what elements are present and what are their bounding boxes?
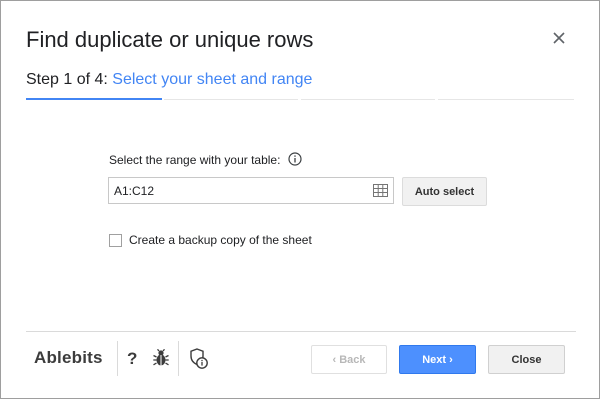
help-icon[interactable]: ? bbox=[127, 349, 137, 369]
bug-icon[interactable] bbox=[153, 349, 169, 367]
progress-segment-2 bbox=[164, 99, 298, 100]
backup-checkbox[interactable] bbox=[109, 233, 122, 247]
dialog-title: Find duplicate or unique rows bbox=[26, 27, 314, 52]
close-icon[interactable] bbox=[550, 29, 568, 47]
step-indicator: Step 1 of 4: Select your sheet and range bbox=[26, 71, 312, 89]
find-duplicates-dialog: Find duplicate or unique rows Step 1 of … bbox=[0, 0, 600, 399]
progress-segment-4 bbox=[438, 99, 574, 100]
range-field bbox=[108, 177, 394, 204]
grid-icon[interactable] bbox=[373, 184, 388, 197]
privacy-icon[interactable] bbox=[189, 348, 209, 370]
progress-segment-3 bbox=[301, 99, 435, 100]
range-input[interactable] bbox=[109, 178, 365, 203]
footer-divider bbox=[26, 331, 576, 332]
backup-label: Create a backup copy of the sheet bbox=[129, 233, 312, 247]
backup-option[interactable]: Create a backup copy of the sheet bbox=[109, 233, 312, 247]
footer-separator bbox=[117, 341, 118, 376]
info-circle-icon[interactable] bbox=[288, 152, 302, 166]
next-button[interactable]: Next › bbox=[399, 345, 476, 374]
back-button[interactable]: ‹ Back bbox=[311, 345, 387, 374]
close-button[interactable]: Close bbox=[488, 345, 565, 374]
auto-select-button[interactable]: Auto select bbox=[402, 177, 487, 206]
footer-separator bbox=[178, 341, 179, 376]
range-label: Select the range with your table: bbox=[109, 153, 281, 167]
brand-logo: Ablebits bbox=[34, 348, 103, 367]
step-name: Select your sheet and range bbox=[112, 71, 313, 88]
step-prefix: Step 1 of 4: bbox=[26, 71, 113, 88]
progress-segment-1 bbox=[26, 98, 162, 100]
